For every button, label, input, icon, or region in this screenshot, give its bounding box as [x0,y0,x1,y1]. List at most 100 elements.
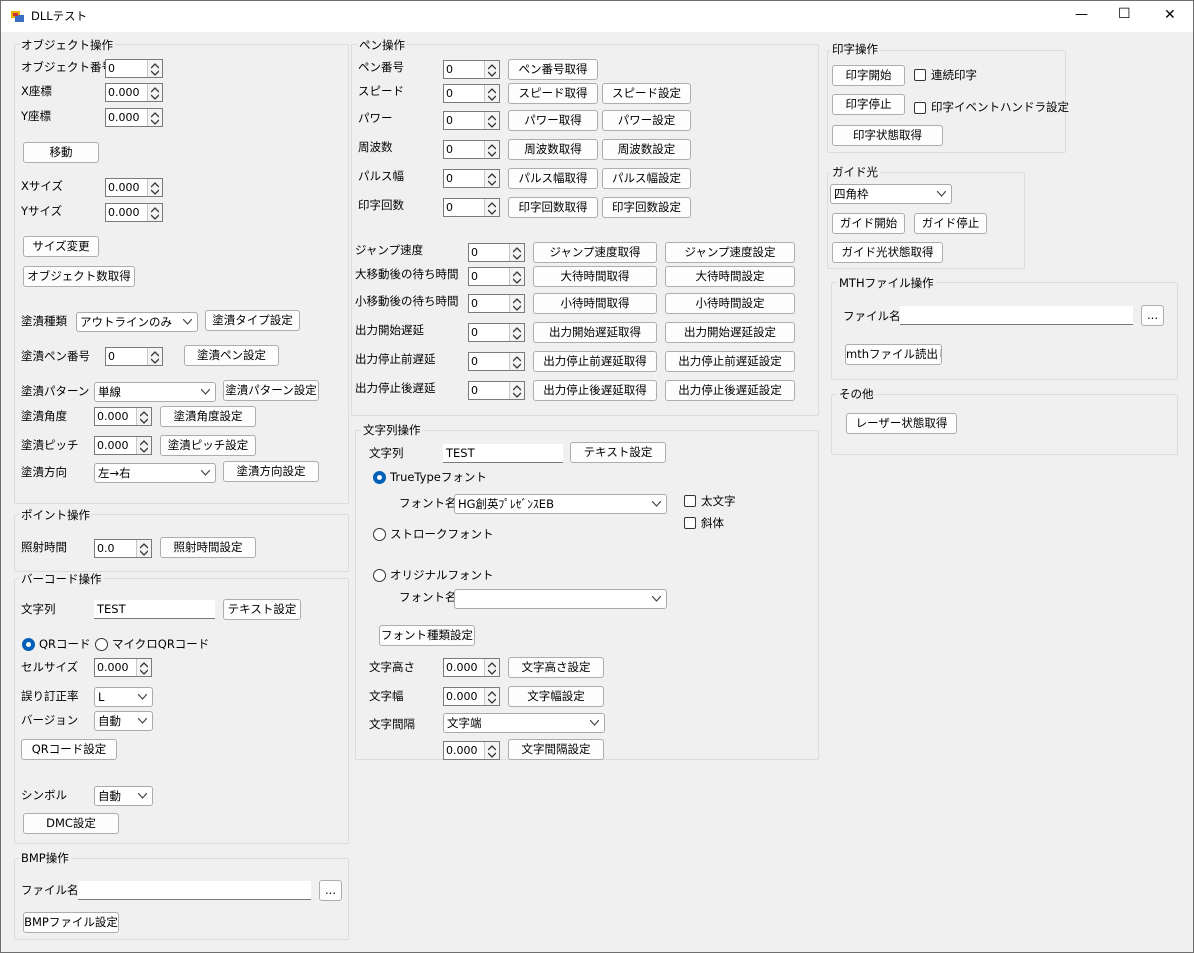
font-name-select[interactable]: HG創英ﾌﾟﾚｾﾞﾝｽEB [454,494,667,514]
char-spacing-input[interactable]: 0.000 [443,741,500,760]
maximize-button[interactable]: ☐ [1118,6,1131,22]
pen-row-set-button[interactable]: 周波数設定 [602,139,691,160]
pen-row2-set-button[interactable]: 出力停止後遅延設定 [665,380,795,401]
pattern-select[interactable]: 単線 [94,382,216,402]
pen-row2-set-button[interactable]: 大待時間設定 [665,266,795,287]
mth-browse-button[interactable]: ... [1141,305,1164,326]
mth-file-input[interactable] [900,306,1133,325]
close-button[interactable]: ✕ [1164,7,1176,23]
pen-row2-set-button[interactable]: 出力停止前遅延設定 [665,351,795,372]
micro-qr-radio[interactable] [95,638,108,651]
symbol-select[interactable]: 自動 [94,786,153,806]
pen-row2-input[interactable]: 0 [468,243,525,262]
angle-input[interactable]: 0.000 [94,407,152,426]
char-width-set-button[interactable]: 文字幅設定 [508,686,604,707]
resize-button[interactable]: サイズ変更 [23,236,99,257]
bmp-file-input[interactable] [78,881,311,900]
time-set-button[interactable]: 照射時間設定 [160,537,256,558]
pattern-set-button[interactable]: 塗潰パターン設定 [223,380,319,401]
minimize-button[interactable]: — [1075,7,1088,23]
char-spacing-select[interactable]: 文字端 [443,713,605,733]
get-object-count-button[interactable]: オブジェクト数取得 [23,266,135,287]
pen-row2-get-button[interactable]: 小待時間取得 [533,293,657,314]
pen-row2-set-button[interactable]: 小待時間設定 [665,293,795,314]
print-status-button[interactable]: 印字状態取得 [832,125,943,146]
guide-status-button[interactable]: ガイド光状態取得 [832,242,943,263]
pen-row-get-button[interactable]: スピード取得 [508,83,598,104]
bmp-set-button[interactable]: BMPファイル設定 [23,912,119,933]
pen-row-get-button[interactable]: 周波数取得 [508,139,598,160]
string-text-input[interactable]: TEST [443,444,563,463]
pen-row-set-button[interactable]: 印字回数設定 [602,197,691,218]
pen-row2-input[interactable]: 0 [468,381,525,400]
char-height-input[interactable]: 0.000 [443,658,500,677]
pen-row2-get-button[interactable]: 出力停止後遅延取得 [533,380,657,401]
dmc-set-button[interactable]: DMC設定 [23,813,119,834]
pen-row-set-button[interactable]: スピード設定 [602,83,691,104]
pen-row2-input[interactable]: 0 [468,294,525,313]
fill-type-select[interactable]: アウトラインのみ [76,312,198,332]
barcode-text-set-button[interactable]: テキスト設定 [223,599,301,620]
guide-stop-button[interactable]: ガイド停止 [914,213,987,234]
qr-radio[interactable] [22,638,35,651]
guide-shape-select[interactable]: 四角枠 [830,184,952,204]
font-type-set-button[interactable]: フォント種類設定 [379,625,475,646]
qr-set-button[interactable]: QRコード設定 [21,739,117,760]
pen-row-input[interactable]: 0 [443,60,500,79]
pen-row2-get-button[interactable]: ジャンプ速度取得 [533,242,657,263]
pen-row-input[interactable]: 0 [443,111,500,130]
pen-row-input[interactable]: 0 [443,169,500,188]
char-height-set-button[interactable]: 文字高さ設定 [508,657,604,678]
stroke-font-radio[interactable] [373,528,386,541]
pen-row2-get-button[interactable]: 出力停止前遅延取得 [533,351,657,372]
guide-start-button[interactable]: ガイド開始 [832,213,905,234]
xsize-input[interactable]: 0.000 [105,178,163,197]
move-button[interactable]: 移動 [23,142,99,163]
char-spacing-set-button[interactable]: 文字間隔設定 [508,739,604,760]
object-no-input[interactable]: 0 [105,59,163,78]
pen-row-get-button[interactable]: パワー取得 [508,110,598,131]
pen-row-input[interactable]: 0 [443,140,500,159]
italic-checkbox[interactable] [684,517,696,529]
original-font-radio[interactable] [373,569,386,582]
laser-status-button[interactable]: レーザー状態取得 [846,413,957,434]
print-event-checkbox[interactable] [914,102,926,114]
truetype-radio[interactable] [373,471,386,484]
fill-pen-input[interactable]: 0 [105,347,163,366]
time-input[interactable]: 0.0 [94,539,152,558]
pen-row2-input[interactable]: 0 [468,352,525,371]
string-text-set-button[interactable]: テキスト設定 [570,442,666,463]
pitch-set-button[interactable]: 塗潰ピッチ設定 [160,435,256,456]
continuous-print-checkbox[interactable] [914,69,926,81]
ysize-input[interactable]: 0.000 [105,203,163,222]
pen-row2-get-button[interactable]: 大待時間取得 [533,266,657,287]
print-stop-button[interactable]: 印字停止 [832,94,905,115]
char-width-input[interactable]: 0.000 [443,687,500,706]
y-input[interactable]: 0.000 [105,108,163,127]
pen-row2-input[interactable]: 0 [468,323,525,342]
print-start-button[interactable]: 印字開始 [832,65,905,86]
bold-checkbox[interactable] [684,495,696,507]
pen-row-set-button[interactable]: パワー設定 [602,110,691,131]
barcode-text-input[interactable]: TEST [94,600,215,619]
pen-row2-get-button[interactable]: 出力開始遅延取得 [533,322,657,343]
pen-row2-input[interactable]: 0 [468,267,525,286]
x-input[interactable]: 0.000 [105,83,163,102]
pitch-input[interactable]: 0.000 [94,436,152,455]
pen-row-get-button[interactable]: ペン番号取得 [508,59,598,80]
fill-type-set-button[interactable]: 塗潰タイプ設定 [205,310,300,331]
fill-pen-set-button[interactable]: 塗潰ペン設定 [184,345,279,366]
bmp-browse-button[interactable]: ... [319,880,342,901]
angle-set-button[interactable]: 塗潰角度設定 [160,406,256,427]
version-select[interactable]: 自動 [94,711,153,731]
mth-read-button[interactable]: mthファイル読出し [845,344,942,365]
ecc-select[interactable]: L [94,687,153,707]
pen-row2-set-button[interactable]: 出力開始遅延設定 [665,322,795,343]
dir-select[interactable]: 左→右 [94,463,216,483]
pen-row-set-button[interactable]: パルス幅設定 [602,168,691,189]
dir-set-button[interactable]: 塗潰方向設定 [223,461,319,482]
font-name2-select[interactable] [454,589,667,609]
pen-row-get-button[interactable]: 印字回数取得 [508,197,598,218]
pen-row-get-button[interactable]: パルス幅取得 [508,168,598,189]
cell-size-input[interactable]: 0.000 [94,658,152,677]
